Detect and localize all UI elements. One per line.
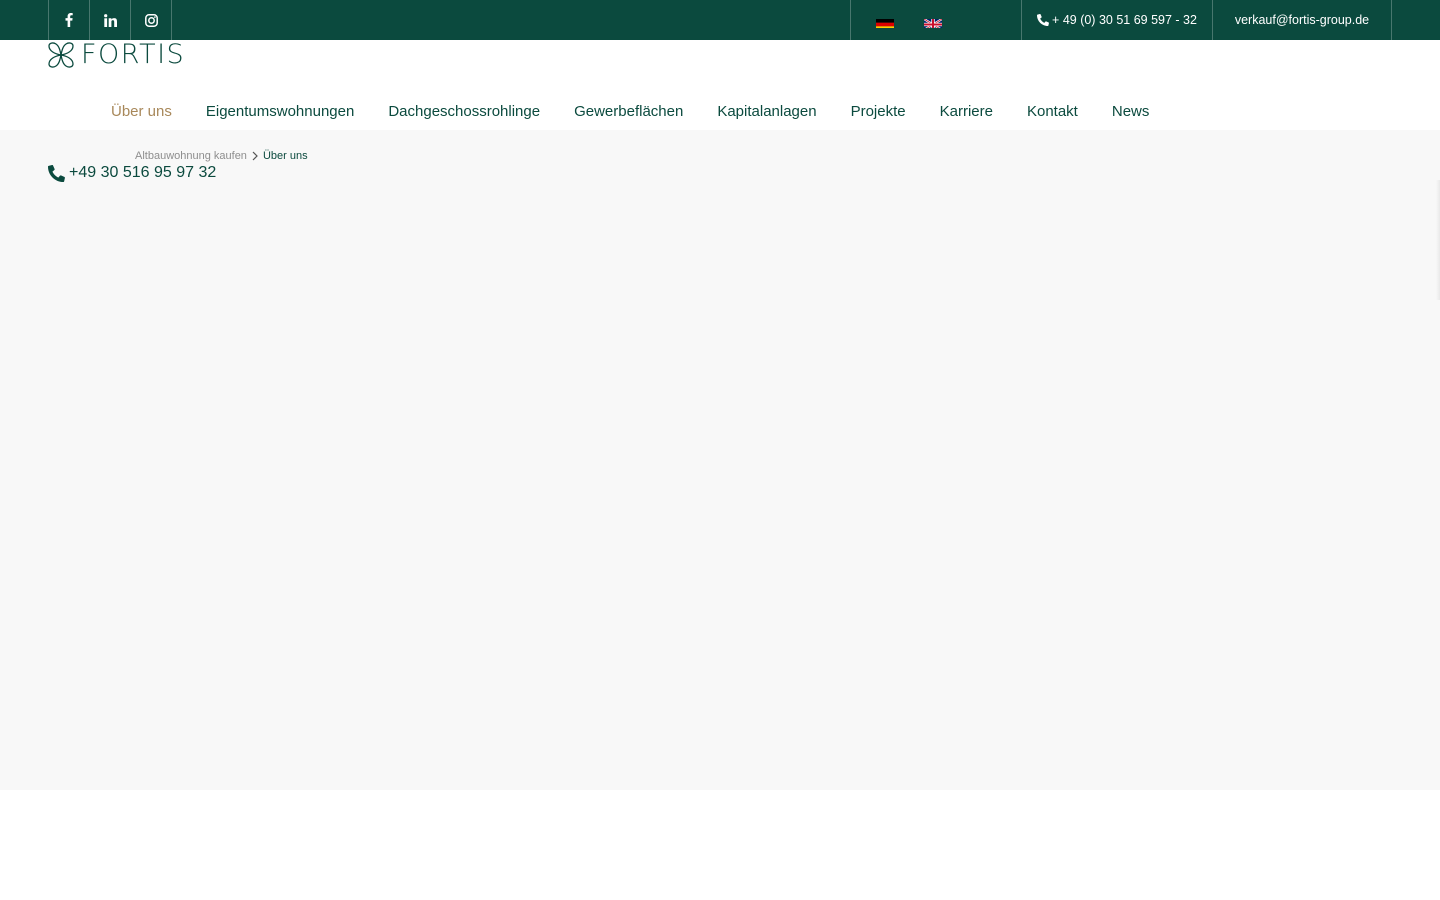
breadcrumb-current: Über uns (262, 150, 308, 162)
chevron-right-icon (252, 151, 258, 161)
linkedin-link[interactable] (90, 0, 131, 40)
instagram-icon (144, 13, 158, 27)
topbar-email-link[interactable]: verkauf@fortis-group.de (1213, 0, 1392, 40)
phone-icon (48, 164, 65, 182)
phone-icon (1037, 14, 1049, 26)
social-links (48, 0, 172, 40)
instagram-link[interactable] (131, 0, 172, 40)
breadcrumb-link-parent[interactable]: Altbauwohnung kaufen (135, 150, 247, 162)
linkedin-icon (103, 13, 117, 27)
fortis-logo-icon (48, 42, 74, 68)
nav-item-kapitalanlagen[interactable]: Kapitalanlagen (717, 102, 816, 122)
nav-item-kontakt[interactable]: Kontakt (1027, 102, 1078, 122)
flag-de-icon[interactable] (876, 17, 894, 28)
side-panel-edge (1436, 180, 1440, 300)
nav-item-projekte[interactable]: Projekte (851, 102, 906, 122)
nav-item-eigentumswohnungen[interactable]: Eigentumswohnungen (206, 102, 354, 122)
hero-phone-text: +49 30 516 95 97 32 (69, 164, 217, 181)
nav-item-dachgeschossrohlinge[interactable]: Dachgeschossrohlinge (388, 102, 540, 122)
topbar-phone-link[interactable]: + 49 (0) 30 51 69 597 - 32 (1022, 0, 1213, 40)
top-bar: + 49 (0) 30 51 69 597 - 32 verkauf@forti… (0, 0, 1440, 40)
nav-item-karriere[interactable]: Karriere (940, 102, 993, 122)
main-navigation: Über uns Eigentumswohnungen Dachgeschoss… (111, 102, 1183, 122)
nav-item-news[interactable]: News (1112, 102, 1150, 122)
site-header: FORTIS Über uns Eigentumswohnungen Dachg… (0, 40, 1440, 130)
nav-item-ueber-uns[interactable]: Über uns (111, 102, 172, 122)
content-area: Altbauwohnung kaufen Über uns +49 30 516… (0, 130, 1440, 790)
hero-phone-link[interactable]: +49 30 516 95 97 32 (48, 164, 216, 182)
fortis-logo[interactable]: FORTIS (47, 40, 185, 70)
breadcrumb: Altbauwohnung kaufen Über uns (135, 150, 308, 162)
language-switcher (850, 0, 1022, 40)
logo-text: FORTIS (81, 39, 186, 70)
flag-en-icon[interactable] (924, 17, 942, 28)
facebook-icon (65, 13, 73, 27)
topbar-phone-text: + 49 (0) 30 51 69 597 - 32 (1052, 13, 1197, 27)
nav-item-gewerbeflaechen[interactable]: Gewerbeflächen (574, 102, 683, 122)
facebook-link[interactable] (49, 0, 90, 40)
topbar-email-text: verkauf@fortis-group.de (1234, 13, 1370, 27)
